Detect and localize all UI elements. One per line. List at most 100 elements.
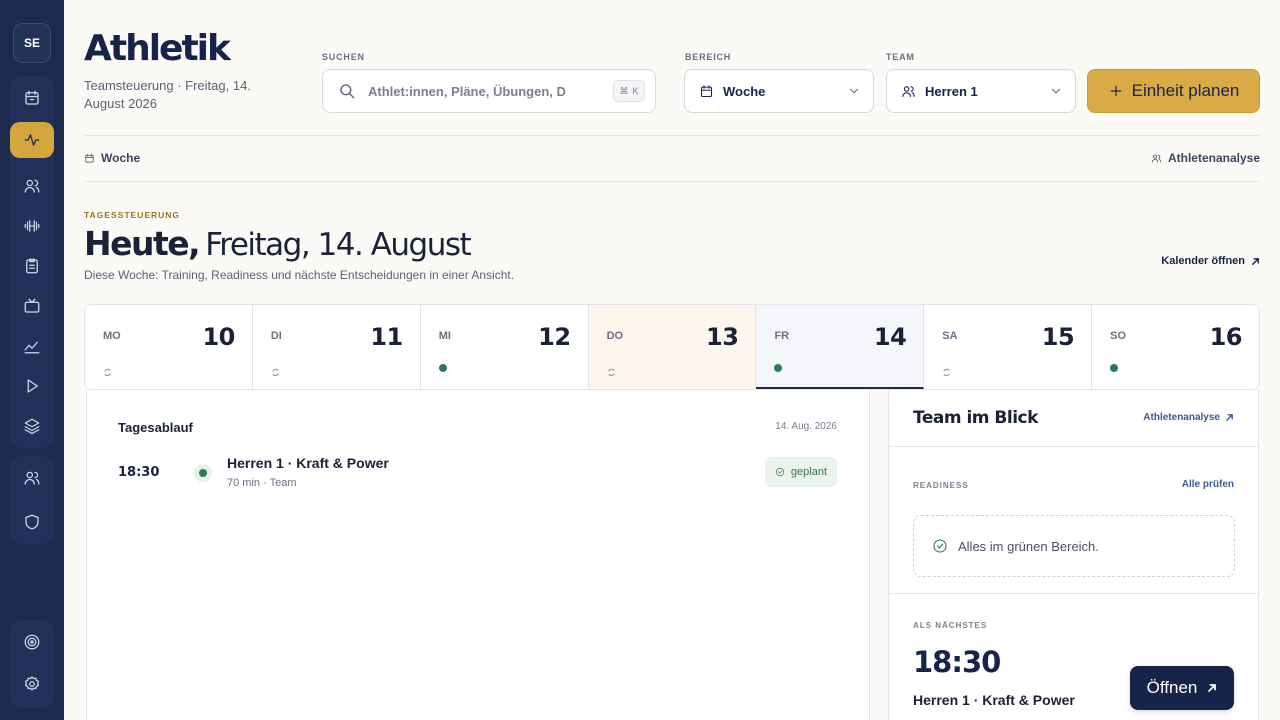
sidebar-main-group xyxy=(10,76,54,448)
athlete-analysis-link[interactable]: Athletenanalyse xyxy=(1151,151,1260,165)
open-button-label: Öffnen xyxy=(1146,678,1198,697)
arrow-up-right-icon xyxy=(1208,684,1217,692)
day-cell-di[interactable]: DI 11 xyxy=(253,305,421,389)
play-icon xyxy=(27,379,38,393)
session-dot-icon xyxy=(774,364,783,372)
day-cell-mi[interactable]: MI 12 xyxy=(421,305,589,389)
sidebar-item-calendar[interactable] xyxy=(14,80,50,116)
section-kicker: TAGESSTEUERUNG xyxy=(84,210,181,220)
team-icon xyxy=(24,471,40,485)
status-badge: geplant xyxy=(764,457,837,487)
divider xyxy=(84,135,1260,136)
agenda-panel: Tagesablauf 14. Aug. 2026 18:30 Herren 1… xyxy=(86,390,870,720)
arrow-up-right-icon xyxy=(1252,257,1259,265)
plus-icon xyxy=(1110,85,1121,97)
page-subtitle: Teamsteuerung · Freitag, 14. August 2026 xyxy=(84,78,251,111)
next-event-time: 18:30 xyxy=(913,645,1001,679)
team-athlete-analysis-link[interactable]: Athletenanalyse xyxy=(1143,412,1234,423)
clipboard-icon xyxy=(26,258,38,274)
day-number: 13 xyxy=(706,323,739,351)
plan-session-button[interactable]: Einheit planen xyxy=(1087,69,1260,113)
day-number: 10 xyxy=(202,323,235,351)
day-abbr: MI xyxy=(438,330,451,342)
sidebar-item-security[interactable] xyxy=(14,504,50,540)
layers-icon xyxy=(24,418,40,435)
headline-date: Freitag, 14. August xyxy=(205,227,472,263)
day-cell-sa[interactable]: SA 15 xyxy=(924,305,1093,389)
users-icon xyxy=(1151,154,1161,163)
day-cell-so[interactable]: SO 16 xyxy=(1092,305,1259,389)
search-shortcut-badge: ⌘ K xyxy=(613,80,645,102)
pending-icon xyxy=(607,364,616,377)
breadcrumb-week[interactable]: Woche xyxy=(84,151,140,165)
team-label: TEAM xyxy=(886,52,915,62)
chevron-down-icon xyxy=(1052,88,1060,94)
sidebar-item-plans[interactable] xyxy=(14,248,50,284)
open-calendar-label: Kalender öffnen xyxy=(1161,255,1245,267)
event-time: 18:30 xyxy=(118,465,160,480)
day-number: 14 xyxy=(873,323,907,351)
day-abbr: MO xyxy=(103,330,121,342)
activity-icon xyxy=(24,134,40,146)
arrow-up-right-icon xyxy=(1226,414,1233,421)
sidebar-bottom-group xyxy=(10,620,54,708)
day-number: 15 xyxy=(1041,323,1075,351)
sidebar-item-team[interactable] xyxy=(14,460,50,496)
week-strip: MO 10 DI 11 MI 12 DO 13 FR 14 SA 15 SO 16 xyxy=(84,304,1260,390)
range-select[interactable]: Woche xyxy=(684,69,874,113)
divider xyxy=(889,446,1258,447)
command-key-icon: ⌘ xyxy=(619,85,629,96)
calendar-icon xyxy=(700,84,713,97)
event-title[interactable]: Herren 1 · Kraft & Power xyxy=(227,455,389,471)
next-label: ALS NÄCHSTES xyxy=(913,621,988,630)
day-cell-do[interactable]: DO 13 xyxy=(588,305,757,389)
readiness-summary: Alles im grünen Bereich. xyxy=(913,515,1235,577)
section-description: Diese Woche: Training, Readiness und näc… xyxy=(84,268,515,282)
day-abbr: DI xyxy=(270,330,282,342)
sidebar-item-analytics[interactable] xyxy=(14,328,50,364)
day-cell-fr[interactable]: FR 14 xyxy=(756,305,925,389)
sidebar: SE xyxy=(0,0,64,720)
sidebar-item-library[interactable] xyxy=(14,408,50,444)
calendar-icon xyxy=(85,153,94,163)
sidebar-admin-group xyxy=(10,456,54,544)
chart-line-icon xyxy=(24,341,40,354)
readiness-label: READINESS xyxy=(913,481,969,490)
agenda-date: 14. Aug. 2026 xyxy=(775,421,837,432)
check-all-link[interactable]: Alle prüfen xyxy=(1182,479,1234,490)
readiness-message: Alles im grünen Bereich. xyxy=(958,538,1099,554)
session-dot-icon xyxy=(1110,364,1119,372)
day-number: 12 xyxy=(538,323,571,351)
calendar-icon xyxy=(25,90,39,105)
day-abbr: DO xyxy=(606,330,624,342)
sidebar-item-sessions[interactable] xyxy=(14,368,50,404)
team-value: Herren 1 xyxy=(925,83,978,99)
avatar[interactable]: SE xyxy=(13,23,51,63)
day-cell-mo[interactable]: MO 10 xyxy=(85,305,253,389)
app-title: Athletik xyxy=(84,28,231,69)
sidebar-item-media[interactable] xyxy=(14,288,50,324)
sidebar-item-athletes[interactable] xyxy=(14,168,50,204)
open-button[interactable]: Öffnen xyxy=(1130,666,1234,710)
pending-icon xyxy=(103,364,112,377)
open-calendar-link[interactable]: Kalender öffnen xyxy=(1161,255,1260,267)
session-dot-icon xyxy=(438,364,447,372)
sidebar-item-goals[interactable] xyxy=(14,624,50,660)
breadcrumb-week-label: Woche xyxy=(101,151,141,165)
team-select[interactable]: Herren 1 xyxy=(886,69,1076,113)
search-input[interactable] xyxy=(368,83,576,99)
sidebar-item-settings[interactable] xyxy=(14,666,50,702)
day-number: 11 xyxy=(370,323,403,351)
gear-icon xyxy=(24,676,40,691)
dumbbell-icon xyxy=(24,220,40,232)
event-status-dot xyxy=(194,464,212,482)
range-value: Woche xyxy=(723,83,766,99)
team-panel-title: Team im Blick xyxy=(913,408,1038,428)
divider xyxy=(889,593,1258,594)
day-abbr: FR xyxy=(774,330,790,342)
divider xyxy=(84,181,1260,182)
status-badge-label: geplant xyxy=(790,466,827,478)
day-abbr: SO xyxy=(1110,330,1127,342)
sidebar-item-exercises[interactable] xyxy=(14,208,50,244)
sidebar-item-activity[interactable] xyxy=(10,122,54,158)
